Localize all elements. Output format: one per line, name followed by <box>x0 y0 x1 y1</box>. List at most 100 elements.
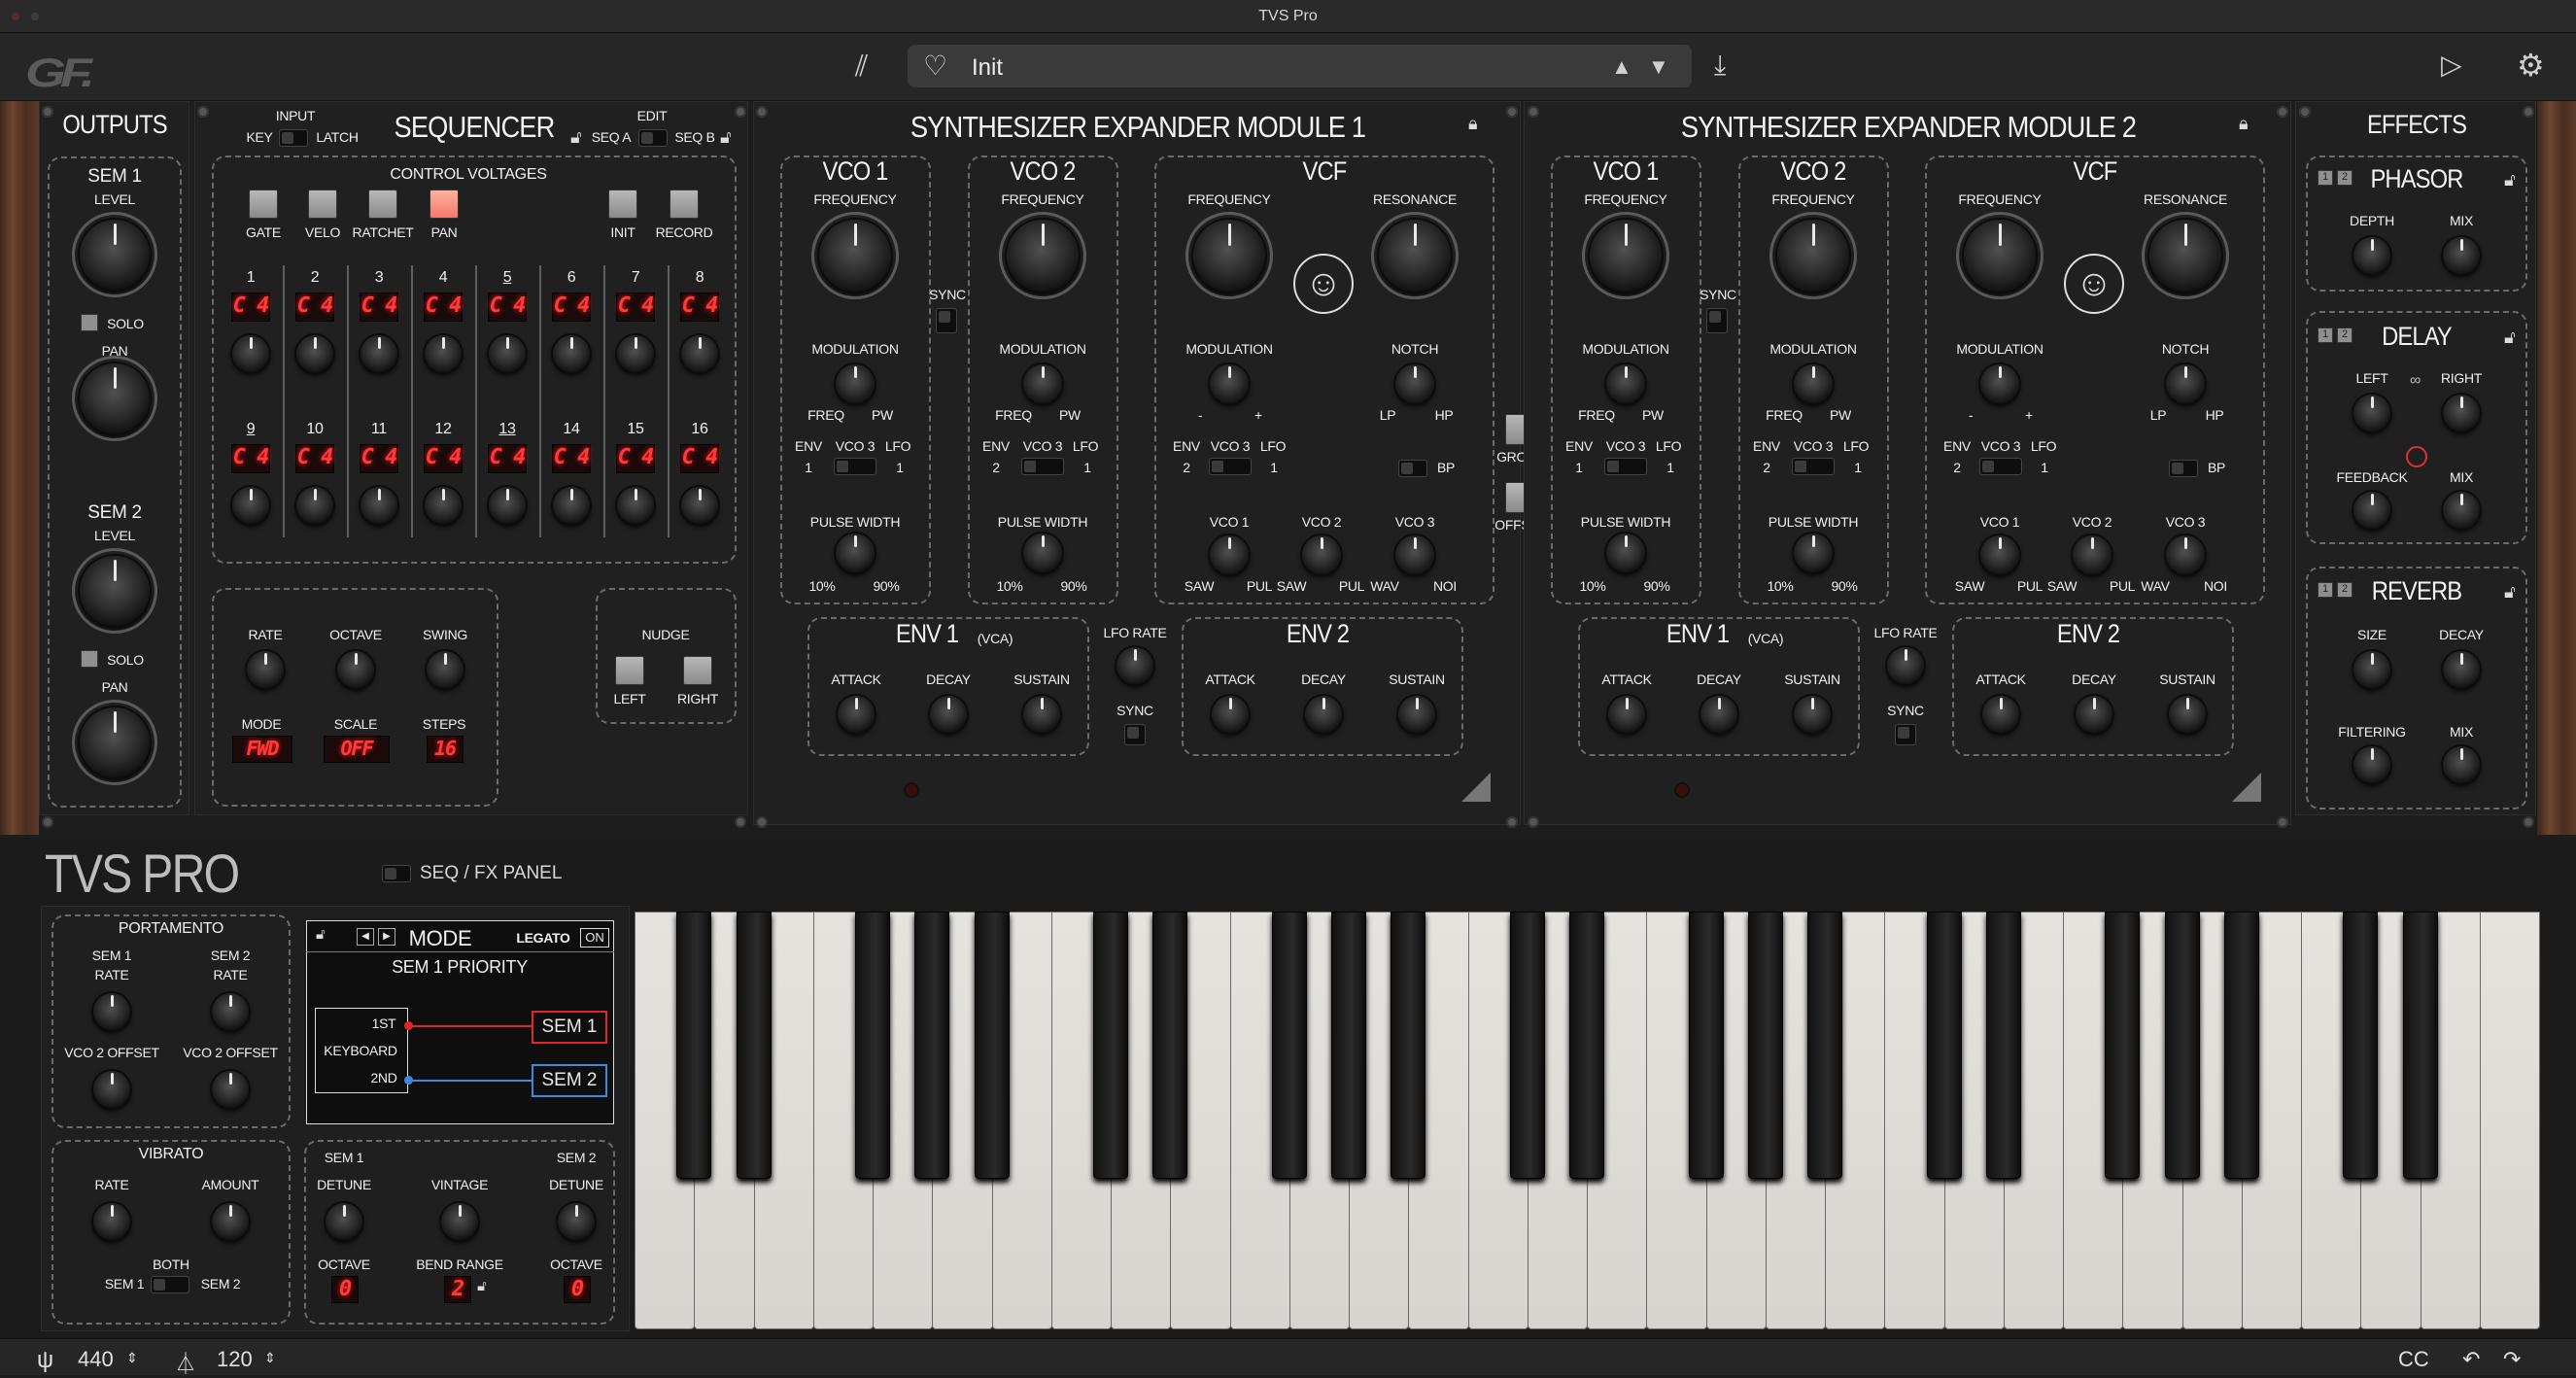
play-sequence-icon[interactable]: ▷ <box>2441 51 2462 80</box>
vcf-resonance-knob[interactable] <box>2142 212 2229 299</box>
delay-right-knob[interactable] <box>2443 395 2480 431</box>
vco-sync-switch[interactable] <box>1706 308 1728 333</box>
save-download-icon[interactable]: ⤓ <box>1714 51 1726 80</box>
delay-pingpong-icon[interactable] <box>2406 446 2427 467</box>
delay-left-knob[interactable] <box>2353 395 2390 431</box>
sem1-level-knob[interactable] <box>72 212 157 297</box>
reverb-slot-1-button[interactable]: 1 <box>2318 582 2333 598</box>
seq-scale-display[interactable]: OFF <box>324 736 390 763</box>
mode-lock-icon[interactable]: 🔓︎ <box>316 926 326 943</box>
sem2-route-target[interactable]: SEM 2 <box>532 1064 607 1097</box>
black-key[interactable] <box>2343 912 2379 1179</box>
env2-decay-knob[interactable] <box>1305 696 1342 733</box>
favorite-heart-icon[interactable]: ♡ <box>923 52 947 81</box>
vco1-modulation-knob[interactable] <box>836 364 875 403</box>
cc-button[interactable]: CC <box>2398 1347 2429 1372</box>
reverb-size-knob[interactable] <box>2353 651 2390 688</box>
vcf-mod-source-switch[interactable] <box>1979 458 2022 475</box>
step-note-display[interactable]: C 4 <box>680 293 719 322</box>
sem2-level-knob[interactable] <box>72 548 157 634</box>
step-note-display[interactable]: C 4 <box>424 444 463 473</box>
black-key[interactable] <box>1152 912 1188 1179</box>
vco-sync-switch[interactable] <box>936 308 957 333</box>
phasor-lock-icon[interactable]: 🔓︎ <box>2504 170 2516 190</box>
black-key[interactable] <box>1391 912 1426 1179</box>
tempo-value[interactable]: 120 <box>217 1347 253 1372</box>
phasor-mix-knob[interactable] <box>2443 237 2480 274</box>
seq-fx-panel-switch[interactable] <box>382 865 411 882</box>
black-key[interactable] <box>974 912 1010 1179</box>
step-knob[interactable] <box>553 487 590 524</box>
step-knob[interactable] <box>232 335 269 372</box>
redo-icon[interactable]: ↷ <box>2503 1347 2521 1372</box>
step-note-display[interactable]: C 4 <box>552 293 591 322</box>
library-icon[interactable]: ⫽ <box>855 52 868 82</box>
vibrato-target-switch[interactable] <box>151 1276 189 1293</box>
env1-sustain-knob[interactable] <box>1023 696 1060 733</box>
vco1-mod-source-switch[interactable] <box>834 458 876 475</box>
vco2-modulation-knob[interactable] <box>1023 364 1062 403</box>
lfo-rate-knob[interactable] <box>1116 647 1153 684</box>
pan-cv-button[interactable] <box>429 189 459 219</box>
gate-button[interactable] <box>249 189 278 219</box>
step-note-display[interactable]: C 4 <box>488 293 527 322</box>
step-knob[interactable] <box>361 335 397 372</box>
black-key[interactable] <box>2105 912 2141 1179</box>
vco2-mod-source-switch[interactable] <box>1021 458 1064 475</box>
step-knob[interactable] <box>617 335 654 372</box>
step-note-display[interactable]: C 4 <box>360 444 398 473</box>
phasor-slot-2-button[interactable]: 2 <box>2337 170 2353 186</box>
env1-decay-knob[interactable] <box>930 696 967 733</box>
env2-attack-knob[interactable] <box>1982 696 2019 733</box>
module-2-resize-corner-icon[interactable] <box>2232 773 2261 802</box>
vcf-mod-source-switch[interactable] <box>1209 458 1252 475</box>
step-knob[interactable] <box>617 487 654 524</box>
seq-swing-knob[interactable] <box>427 651 464 688</box>
vcf-vco2-wave-knob[interactable] <box>1302 535 1341 574</box>
black-key[interactable] <box>1093 912 1128 1179</box>
step-knob[interactable] <box>489 487 526 524</box>
delay-lock-icon[interactable]: 🔓︎ <box>2504 327 2516 348</box>
black-key[interactable] <box>2223 912 2259 1179</box>
vcf-modulation-knob[interactable] <box>1210 364 1249 403</box>
black-key[interactable] <box>914 912 950 1179</box>
delay-mix-knob[interactable] <box>2443 492 2480 529</box>
step-knob[interactable] <box>296 335 333 372</box>
sem1-solo-checkbox[interactable] <box>81 314 98 331</box>
seq-steps-display[interactable]: 16 <box>427 736 464 763</box>
vcf-modulation-knob[interactable] <box>1980 364 2019 403</box>
black-key[interactable] <box>1926 912 1962 1179</box>
reverb-lock-icon[interactable]: 🔓︎ <box>2504 582 2516 603</box>
vco2-pulse-width-knob[interactable] <box>1794 534 1833 572</box>
settings-gear-icon[interactable]: ⚙ <box>2517 50 2545 81</box>
seq-octave-knob[interactable] <box>337 651 374 688</box>
init-button[interactable] <box>608 189 637 219</box>
env2-sustain-knob[interactable] <box>1398 696 1435 733</box>
delay-slot-1-button[interactable]: 1 <box>2318 327 2333 343</box>
mode-prev-icon[interactable]: ◀ <box>357 928 374 946</box>
env1-sustain-knob[interactable] <box>1794 696 1831 733</box>
vcf-vco1-wave-knob[interactable] <box>1980 535 2019 574</box>
vco2-frequency-knob[interactable] <box>999 212 1086 299</box>
reverb-decay-knob[interactable] <box>2443 651 2480 688</box>
vcf-notch-knob[interactable] <box>1395 364 1434 403</box>
step-note-display[interactable]: C 4 <box>295 293 334 322</box>
vcf-notch-knob[interactable] <box>2166 364 2205 403</box>
vco2-mod-source-switch[interactable] <box>1792 458 1835 475</box>
module-2-lock-icon[interactable]: 🔒︎ <box>2239 114 2249 134</box>
preset-previous-icon[interactable]: ▲ <box>1611 52 1632 82</box>
step-note-display[interactable]: C 4 <box>424 293 463 322</box>
sem1-vco2-offset-knob[interactable] <box>93 1071 130 1108</box>
nudge-left-button[interactable] <box>615 656 644 685</box>
step-knob[interactable] <box>489 335 526 372</box>
porta-sem1-rate-knob[interactable] <box>93 993 130 1030</box>
step-knob[interactable] <box>681 335 718 372</box>
step-note-display[interactable]: C 4 <box>231 293 270 322</box>
step-knob[interactable] <box>681 487 718 524</box>
preset-next-icon[interactable]: ▼ <box>1648 52 1669 82</box>
vibrato-amount-knob[interactable] <box>212 1203 249 1240</box>
vcf-vco1-wave-knob[interactable] <box>1210 535 1249 574</box>
black-key[interactable] <box>2402 912 2438 1179</box>
vcf-bp-switch[interactable] <box>1398 460 1427 477</box>
black-key[interactable] <box>1985 912 2021 1179</box>
